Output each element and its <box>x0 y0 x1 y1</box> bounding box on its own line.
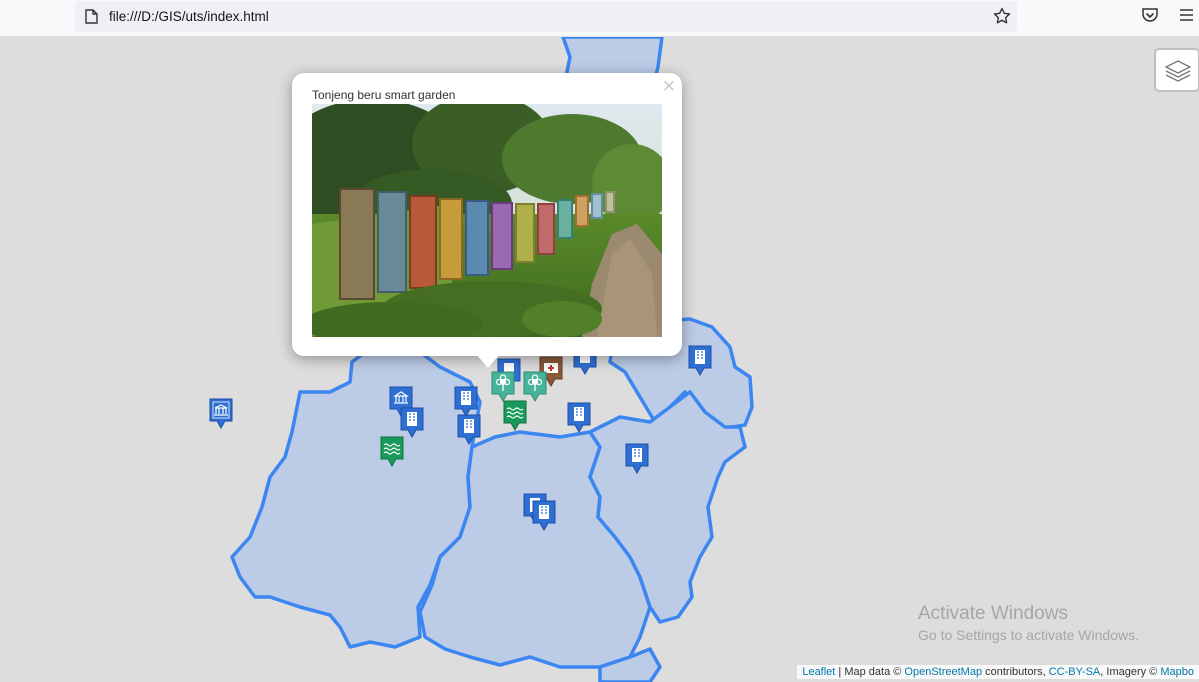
menu-icon[interactable] <box>1179 8 1194 27</box>
popup-tip <box>476 354 500 368</box>
watermark-line2: Go to Settings to activate Windows. <box>918 627 1139 643</box>
marker-popup: × Tonjeng beru smart garden <box>292 73 682 368</box>
building-marker[interactable] <box>531 499 557 533</box>
government-marker[interactable] <box>208 397 234 431</box>
page-icon <box>85 9 98 29</box>
building-marker[interactable] <box>456 413 482 447</box>
layers-control-button[interactable] <box>1154 48 1199 92</box>
popup-photo <box>312 104 662 337</box>
water-marker[interactable] <box>379 435 405 469</box>
bookmark-star-icon[interactable] <box>993 7 1011 30</box>
pocket-icon[interactable] <box>1141 7 1159 29</box>
map-attribution: Leaflet | Map data © OpenStreetMap contr… <box>797 665 1199 679</box>
building-marker[interactable] <box>687 344 713 378</box>
water-marker[interactable] <box>502 399 528 433</box>
attribution-contributors: contributors, <box>982 666 1049 678</box>
url-text[interactable]: file:///D:/GIS/uts/index.html <box>109 9 269 24</box>
osm-link[interactable]: OpenStreetMap <box>904 666 982 678</box>
leaflet-link[interactable]: Leaflet <box>802 666 835 678</box>
windows-activation-watermark: Activate Windows Go to Settings to activ… <box>918 603 1139 643</box>
attribution-imagery: , Imagery © <box>1100 666 1161 678</box>
building-marker[interactable] <box>566 401 592 435</box>
mapbox-link[interactable]: Mapbo <box>1160 666 1194 678</box>
attribution-sep: | Map data © <box>835 666 905 678</box>
building-marker[interactable] <box>624 442 650 476</box>
watermark-line1: Activate Windows <box>918 603 1068 624</box>
popup-title: Tonjeng beru smart garden <box>312 88 456 102</box>
address-bar[interactable]: file:///D:/GIS/uts/index.html <box>75 1 1017 32</box>
map-container[interactable]: × Tonjeng beru smart garden Activate Win… <box>0 37 1199 682</box>
layers-icon <box>1164 60 1192 82</box>
popup-close-button[interactable]: × <box>662 76 676 96</box>
license-link[interactable]: CC-BY-SA <box>1049 666 1101 678</box>
garden-marker[interactable] <box>490 370 516 404</box>
browser-toolbar: file:///D:/GIS/uts/index.html <box>0 0 1199 37</box>
garden-marker[interactable] <box>522 370 548 404</box>
